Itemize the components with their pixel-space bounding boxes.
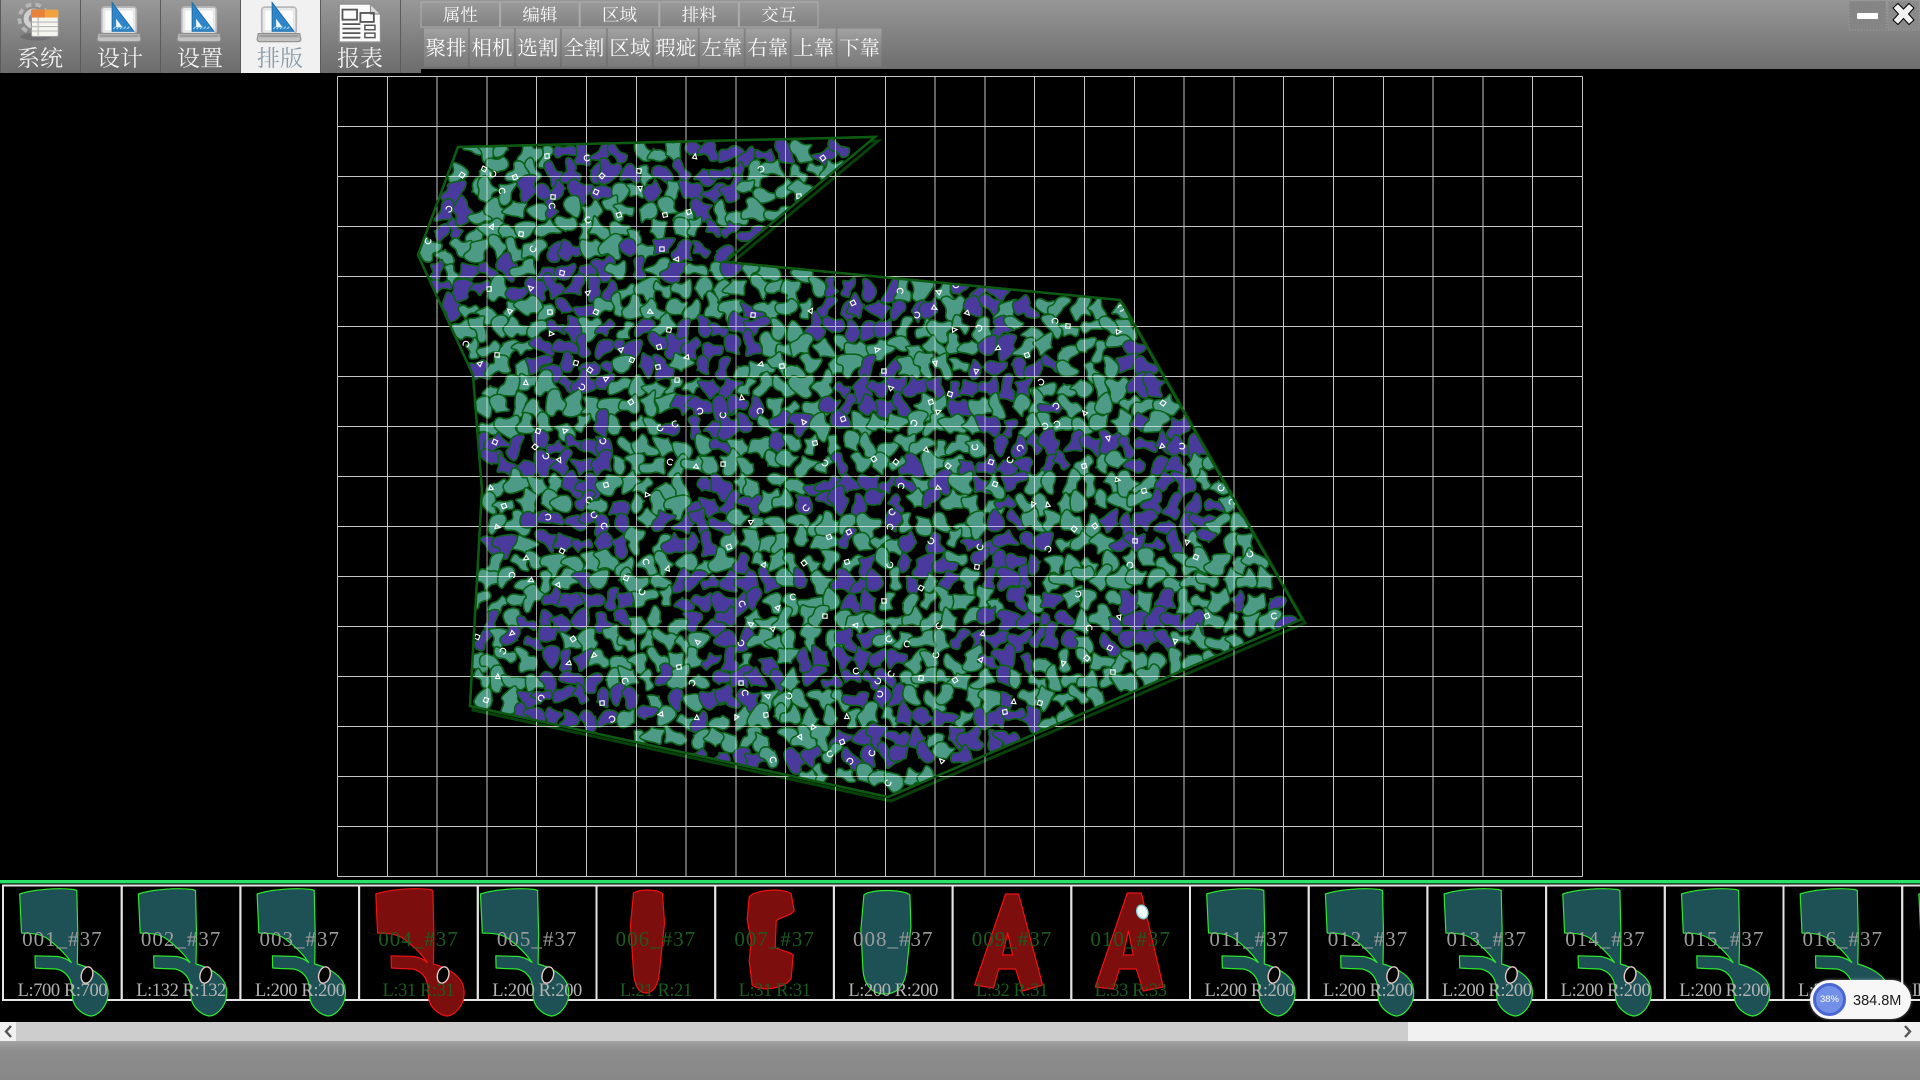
svg-text:L:132 R:132: L:132 R:132 [136,981,226,1001]
svg-text:015_#37: 015_#37 [1684,927,1765,951]
svg-text:L:32 R:31: L:32 R:31 [976,981,1048,1001]
svg-text:L:200 R:200: L:200 R:200 [1442,981,1532,1001]
svg-text:L:200 R:200: L:200 R:200 [255,981,345,1001]
svg-text:011_#37: 011_#37 [1209,927,1289,951]
svg-text:L:200 R:200: L:200 R:200 [492,981,582,1001]
svg-text:008_#37: 008_#37 [853,927,934,951]
svg-text:004_#37: 004_#37 [378,927,459,951]
svg-text:016_#37: 016_#37 [1803,927,1884,951]
svg-text:L:31 R:31: L:31 R:31 [383,981,455,1001]
svg-text:003_#37: 003_#37 [260,927,341,951]
svg-text:L:33 R:33: L:33 R:33 [1095,981,1167,1001]
svg-text:L:31 R:31: L:31 R:31 [739,981,811,1001]
svg-text:013_#37: 013_#37 [1447,927,1528,951]
svg-text:L:200 R:200: L:200 R:200 [1561,981,1651,1001]
svg-text:007_#37: 007_#37 [734,927,815,951]
svg-text:005_#37: 005_#37 [497,927,578,951]
svg-text:012_#37: 012_#37 [1328,927,1409,951]
svg-text:L:200 R:200: L:200 R:200 [848,981,938,1001]
svg-text:L:200 R:200: L:200 R:200 [1323,981,1413,1001]
svg-text:006_#37: 006_#37 [616,927,697,951]
svg-text:009_#37: 009_#37 [972,927,1053,951]
svg-text:L:200 R:200: L:200 R:200 [1204,981,1294,1001]
svg-text:001_#37: 001_#37 [22,927,103,951]
svg-text:002_#37: 002_#37 [141,927,222,951]
svg-text:014_#37: 014_#37 [1565,927,1646,951]
svg-text:L:200 R:200: L:200 R:200 [1679,981,1769,1001]
svg-text:L:21 R:21: L:21 R:21 [620,981,692,1001]
svg-text:L:700 R:700: L:700 R:700 [18,981,108,1001]
svg-text:010_#37: 010_#37 [1090,927,1171,951]
svg-text:L:2: L:2 [1912,981,1920,1001]
